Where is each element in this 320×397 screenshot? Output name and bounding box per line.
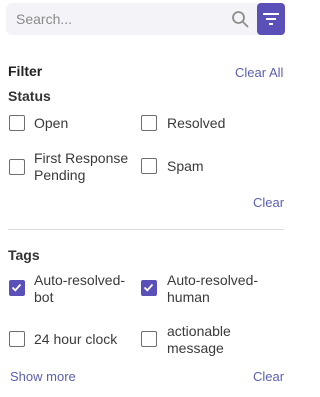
- show-more-link[interactable]: Show more: [10, 369, 76, 384]
- tags-heading: Tags: [8, 247, 40, 263]
- tag-option-label: 24 hour clock: [34, 331, 118, 347]
- status-option-label: First Response Pending: [34, 150, 129, 183]
- status-option-spam[interactable]: Spam: [141, 158, 204, 175]
- tags-clear-link[interactable]: Clear: [253, 369, 284, 384]
- clear-all-link[interactable]: Clear All: [235, 65, 283, 80]
- tag-option-label: Auto-resolved-human: [167, 272, 259, 305]
- tag-option-auto-resolved-bot[interactable]: Auto-resolved-bot: [9, 272, 130, 306]
- checkbox-checked[interactable]: [9, 280, 25, 296]
- tag-option-label: Auto-resolved-bot: [34, 272, 126, 305]
- checkmark-icon: [11, 283, 22, 292]
- filter-toggle-button[interactable]: [257, 3, 285, 35]
- tag-option-24-hour-clock[interactable]: 24 hour clock: [9, 331, 117, 348]
- filter-heading: Filter: [8, 63, 43, 79]
- checkbox[interactable]: [141, 158, 157, 174]
- status-option-label: Resolved: [167, 115, 226, 131]
- status-option-open[interactable]: Open: [9, 115, 68, 132]
- checkbox-checked[interactable]: [141, 280, 157, 296]
- status-option-label: Open: [34, 115, 69, 131]
- checkbox[interactable]: [141, 115, 157, 131]
- checkbox[interactable]: [141, 331, 157, 347]
- status-option-resolved[interactable]: Resolved: [141, 115, 225, 132]
- status-option-first-response-pending[interactable]: First Response Pending: [9, 150, 134, 184]
- tag-option-label: actionable message: [167, 323, 231, 356]
- status-clear-link[interactable]: Clear: [253, 195, 284, 210]
- section-divider: [8, 229, 284, 230]
- status-heading: Status: [8, 88, 51, 104]
- search-bar: [6, 3, 285, 35]
- status-option-label: Spam: [167, 158, 204, 174]
- checkmark-icon: [143, 283, 154, 292]
- tag-option-actionable-message[interactable]: actionable message: [141, 323, 257, 357]
- checkbox[interactable]: [9, 159, 25, 175]
- search-input[interactable]: [6, 3, 226, 35]
- checkbox[interactable]: [9, 115, 25, 131]
- tag-option-auto-resolved-human[interactable]: Auto-resolved-human: [141, 272, 267, 306]
- filter-icon: [263, 13, 279, 25]
- checkbox[interactable]: [9, 331, 25, 347]
- search-icon[interactable]: [231, 10, 249, 28]
